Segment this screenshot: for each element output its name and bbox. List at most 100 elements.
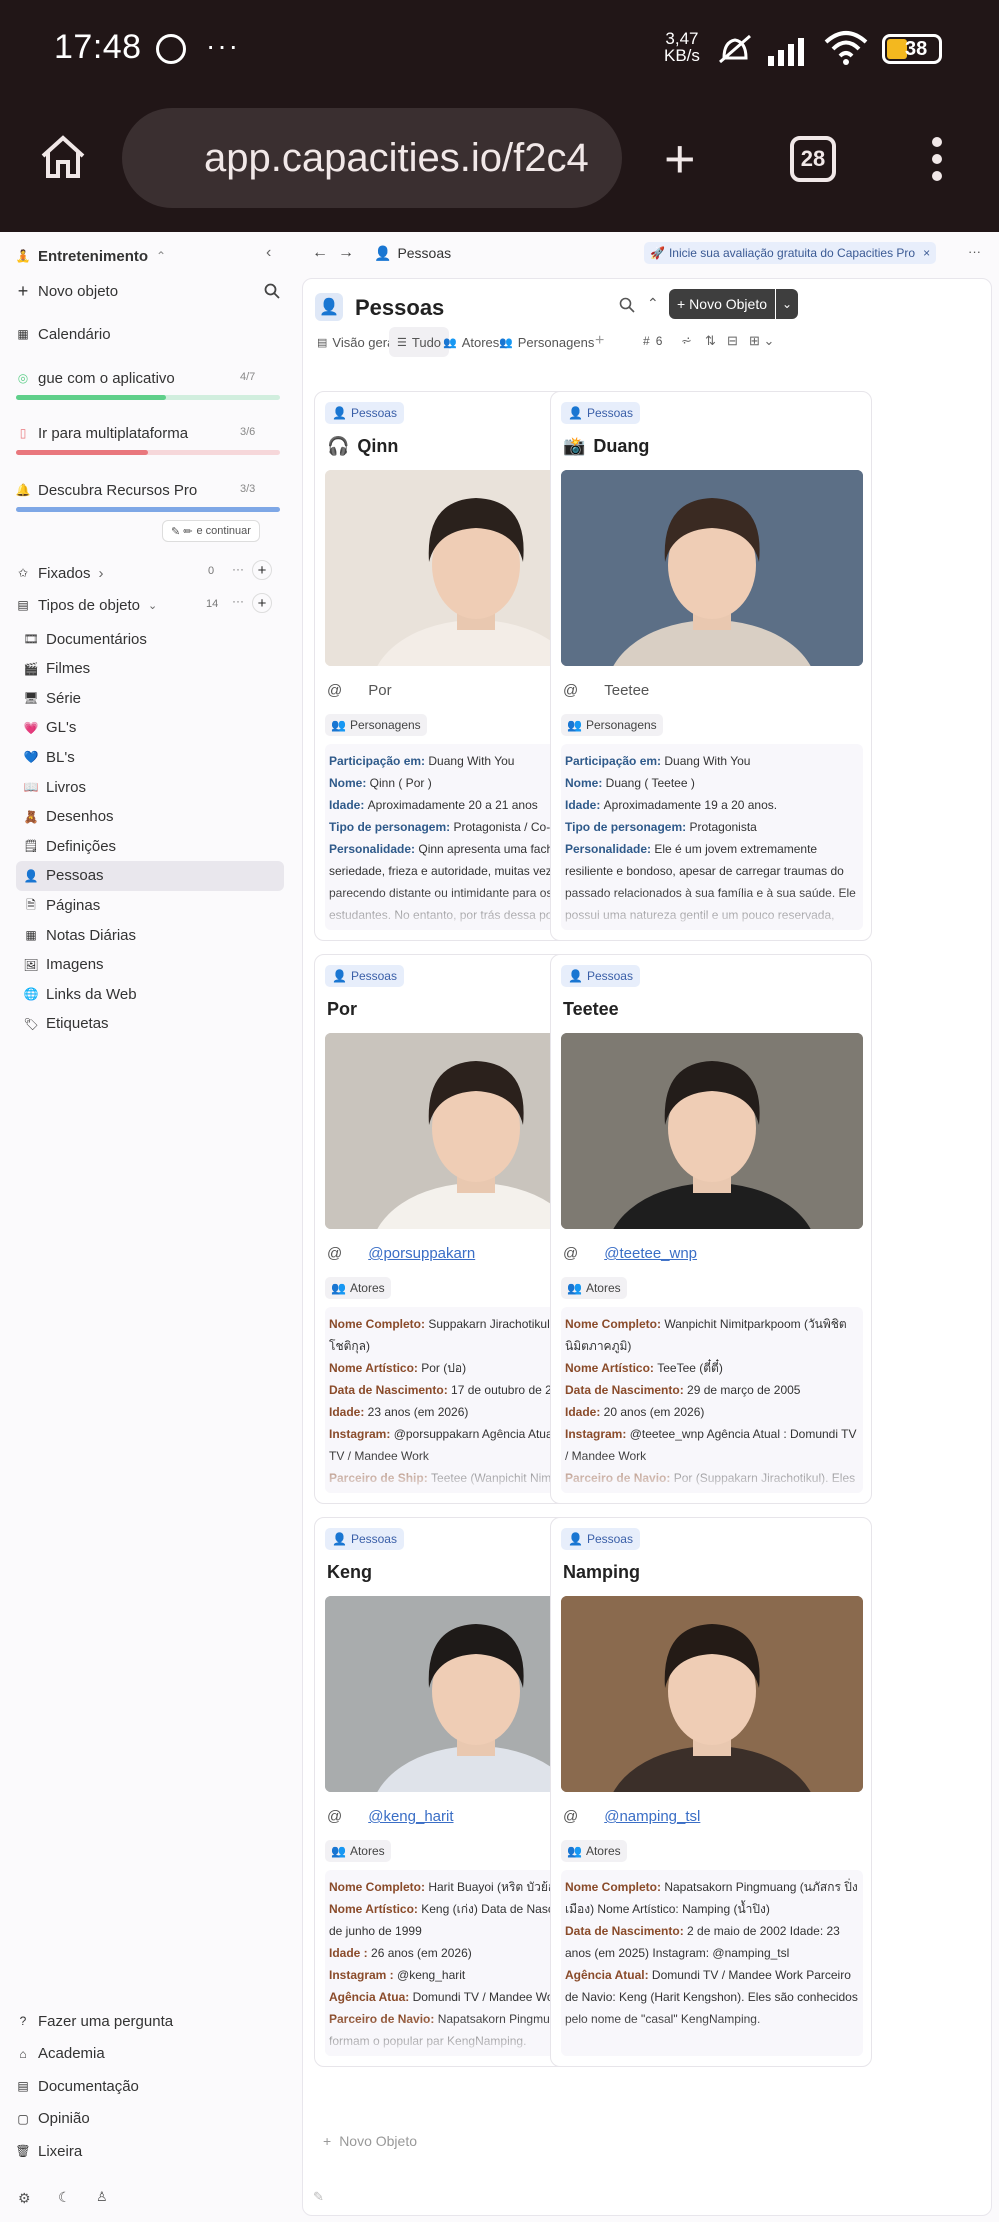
pinned-more-icon[interactable]: ···	[232, 562, 244, 576]
relation-tag[interactable]: 👥 Atores	[325, 1277, 391, 1299]
moon-icon[interactable]: ☾	[58, 2189, 71, 2206]
footer-trash[interactable]: 🗑 Lixeira	[15, 2138, 82, 2164]
search-icon[interactable]	[619, 297, 635, 313]
task-progress-fill	[16, 507, 280, 512]
tab-tudo[interactable]: ☰ Tudo	[389, 327, 450, 357]
types-add-icon[interactable]: +	[252, 593, 272, 613]
close-icon[interactable]: ×	[923, 246, 930, 260]
filter-icon[interactable]: ⩫	[681, 333, 692, 349]
relation-tag[interactable]: 👥 Atores	[325, 1840, 391, 1862]
relation-tag[interactable]: 👥 Atores	[561, 1277, 627, 1299]
card-title[interactable]: 📸 Duang	[563, 436, 649, 457]
chevron-right-icon: ›	[98, 564, 104, 582]
new-tab-icon[interactable]: +	[664, 132, 696, 186]
sidebar-item-defini-es[interactable]: 🗒 Definições	[23, 833, 116, 859]
person-photo	[561, 1033, 863, 1229]
grid-view-icon[interactable]: ⊞ ⌄	[749, 333, 774, 349]
url-bar[interactable]: app.capacities.io/f2c4	[122, 108, 622, 208]
task-icon: ◎	[17, 371, 29, 385]
description-line: Participação em: Duang With You	[565, 754, 751, 768]
breadcrumb[interactable]: 👤 Pessoas	[374, 245, 451, 262]
sidebar-item-desenhos[interactable]: 🧸 Desenhos	[24, 804, 114, 830]
continue-button[interactable]: ✎ ✏ e continuar	[162, 520, 260, 542]
person-card[interactable]: 👤 Pessoas 📸 Duang @ Teetee 👥 Personagens Partici…	[550, 391, 872, 941]
relation-tag[interactable]: 👥 Personagens	[561, 714, 663, 736]
person-card[interactable]: 👤 Pessoas Teetee @ @teetee_wnp 👥 Atores Nome Co…	[550, 954, 872, 1504]
sidebar-item-links-da-web[interactable]: 🌐 Links da Web	[24, 981, 137, 1007]
settings-icon[interactable]: ⚙	[18, 2190, 31, 2207]
new-object-button[interactable]: + Novo objeto	[16, 278, 118, 304]
type-tag[interactable]: 👤 Pessoas	[561, 965, 640, 987]
object-types-section[interactable]: ▤ Tipos de objeto ⌄	[16, 592, 157, 618]
relation-tag[interactable]: 👥 Atores	[561, 1840, 627, 1862]
search-icon[interactable]	[264, 283, 280, 299]
task-item[interactable]: ▯ Ir para multiplataforma	[16, 420, 188, 446]
sidebar-item-pessoas[interactable]: 👤 Pessoas	[16, 860, 284, 891]
space-switcher[interactable]: 🧘 Entretenimento ⌃	[16, 243, 167, 269]
sidebar-item-document-rios[interactable]: 🎞 Documentários	[23, 626, 147, 652]
instagram-link[interactable]: @namping_tsl	[604, 1808, 700, 1825]
types-more-icon[interactable]: ···	[232, 594, 244, 608]
plus-icon: +	[323, 2133, 332, 2149]
card-title[interactable]: Por	[327, 999, 357, 1020]
relation-tag[interactable]: 👥 Personagens	[325, 714, 427, 736]
pinned-add-icon[interactable]: +	[252, 560, 272, 580]
browser-menu-icon[interactable]	[930, 134, 944, 184]
sidebar-item-gl-s[interactable]: 💗 GL's	[24, 715, 77, 741]
home-icon[interactable]	[38, 132, 88, 182]
new-object-dropdown[interactable]: ⌄	[776, 289, 798, 319]
sidebar-item-p-ginas[interactable]: 🗎 Páginas	[24, 892, 100, 918]
tab-vis-o-geral[interactable]: ▤ Visão geral	[317, 327, 397, 357]
sidebar-item-livros[interactable]: 📖 Livros	[24, 774, 86, 800]
page-icon: 🗎	[26, 898, 36, 913]
footer-question[interactable]: ? Fazer uma pergunta	[16, 2008, 173, 2034]
at-icon: @	[327, 1808, 343, 1825]
collapse-sidebar-icon[interactable]: ‹	[266, 244, 271, 262]
type-tag[interactable]: 👤 Pessoas	[561, 402, 640, 424]
related-name[interactable]: Por	[368, 682, 391, 699]
sidebar-item-s-rie[interactable]: 🖥 Série	[23, 685, 81, 711]
add-view-icon[interactable]: +	[595, 332, 604, 350]
task-item[interactable]: ◎ gue com o aplicativo	[16, 365, 175, 391]
instagram-link[interactable]: @keng_harit	[368, 1808, 453, 1825]
question-icon: ?	[19, 2014, 27, 2028]
task-item[interactable]: 🔔 Descubra Recursos Pro	[16, 477, 198, 503]
tab-switcher-button[interactable]: 28	[790, 136, 836, 182]
pinned-section[interactable]: ✩ Fixados ›	[16, 560, 104, 586]
instagram-link[interactable]: @porsuppakarn	[368, 1245, 475, 1262]
type-tag[interactable]: 👤 Pessoas	[561, 1528, 640, 1550]
collapse-up-icon[interactable]: ⌃	[647, 295, 659, 312]
footer-docs[interactable]: ▤ Documentação	[16, 2073, 139, 2099]
calendar-link[interactable]: ▦ Calendário	[16, 321, 110, 347]
card-title[interactable]: Keng	[327, 1562, 372, 1583]
group-icon[interactable]: ⊟	[727, 333, 738, 349]
related-name[interactable]: Teetee	[604, 682, 649, 699]
card-title[interactable]: Namping	[563, 1562, 640, 1583]
person-card[interactable]: 👤 Pessoas Namping @ @namping_tsl 👥 Atores Nome …	[550, 1517, 872, 2067]
forward-arrow-icon[interactable]: →	[338, 244, 354, 262]
new-object-button[interactable]: + Novo Objeto	[669, 289, 775, 319]
type-tag[interactable]: 👤 Pessoas	[325, 402, 404, 424]
profile-icon[interactable]: ♙	[96, 2189, 108, 2205]
tab-atores[interactable]: 👥 Atores	[443, 327, 499, 357]
person-photo	[561, 470, 863, 666]
type-tag[interactable]: 👤 Pessoas	[325, 1528, 404, 1550]
sidebar-item-filmes[interactable]: 🎬 Filmes	[24, 656, 91, 682]
instagram-link[interactable]: @teetee_wnp	[604, 1245, 697, 1262]
card-title[interactable]: 🎧 Qinn	[327, 436, 398, 457]
type-tag[interactable]: 👤 Pessoas	[325, 965, 404, 987]
card-title[interactable]: Teetee	[563, 999, 619, 1020]
page-more-icon[interactable]: ···	[968, 244, 981, 259]
add-object-row[interactable]: + Novo Objeto	[323, 2133, 417, 2149]
edit-icon[interactable]: ✎	[313, 2189, 324, 2205]
sidebar-item-imagens[interactable]: 🖼 Imagens	[23, 952, 103, 978]
sort-icon[interactable]: ⇅	[705, 333, 716, 349]
trial-banner[interactable]: 🚀 Inicie sua avaliação gratuita do Capaci…	[644, 242, 937, 264]
tab-personagens[interactable]: 👥 Personagens	[499, 327, 594, 357]
footer-feedback[interactable]: ▢ Opinião	[16, 2106, 89, 2132]
sidebar-item-notas-di-rias[interactable]: ▦ Notas Diárias	[24, 922, 136, 948]
footer-academy[interactable]: ⌂ Academia	[16, 2041, 104, 2067]
sidebar-item-etiquetas[interactable]: 🏷 Etiquetas	[23, 1011, 108, 1037]
back-arrow-icon[interactable]: ←	[312, 244, 328, 262]
sidebar-item-bl-s[interactable]: 💙 BL's	[24, 744, 75, 770]
